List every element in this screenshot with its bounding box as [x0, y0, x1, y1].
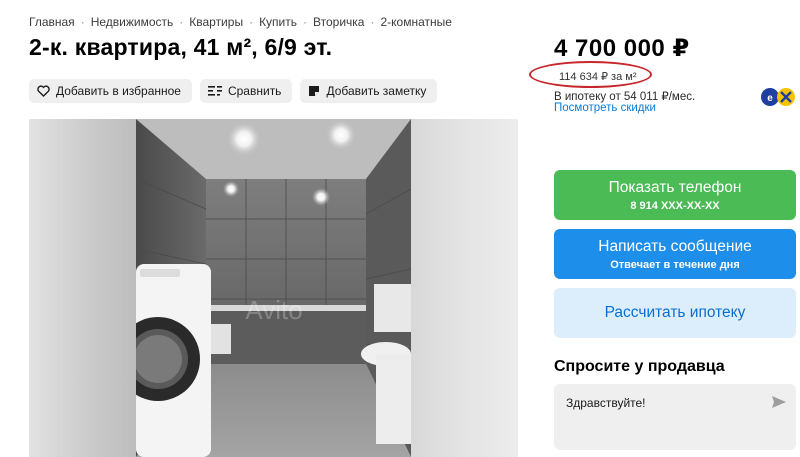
compare-button[interactable]: Сравнить: [199, 79, 293, 103]
breadcrumb-item[interactable]: Недвижимость: [91, 15, 174, 29]
heart-icon: [37, 85, 50, 97]
price-total: 4 700 000 ₽: [554, 35, 690, 62]
breadcrumb-item[interactable]: Купить: [259, 15, 297, 29]
svg-text:Avito: Avito: [245, 295, 302, 325]
breadcrumb-separator: ·: [303, 15, 308, 29]
add-to-favorites-label: Добавить в избранное: [56, 84, 181, 98]
calculate-mortgage-button[interactable]: Рассчитать ипотеку: [554, 288, 796, 338]
breadcrumb-separator: ·: [179, 15, 184, 29]
svg-text:e: e: [767, 93, 773, 104]
breadcrumb-item[interactable]: Квартиры: [189, 15, 243, 29]
add-note-label: Добавить заметку: [326, 84, 427, 98]
gallery-next-preview[interactable]: [411, 119, 518, 457]
price-per-m2: 114 634 ₽ за м²: [559, 71, 637, 83]
compare-label: Сравнить: [227, 84, 282, 98]
mortgage-info: В ипотеку от 54 011 ₽/мес.: [554, 91, 696, 103]
ask-seller-heading: Спросите у продавца: [554, 358, 725, 375]
write-message-label: Написать сообщение: [598, 238, 752, 255]
bank-logo-icon[interactable]: e: [758, 87, 798, 107]
note-icon: [309, 86, 320, 96]
show-phone-label: Показать телефон: [608, 179, 742, 196]
breadcrumb-item[interactable]: Главная: [29, 15, 75, 29]
breadcrumb-separator: ·: [370, 15, 375, 29]
add-note-button[interactable]: Добавить заметку: [300, 79, 438, 103]
breadcrumb: Главная · Недвижимость · Квартиры · Купить ·…: [29, 15, 452, 29]
send-icon[interactable]: [771, 395, 787, 409]
photo-gallery[interactable]: Avito: [29, 119, 518, 457]
response-time-label: Отвечает в течение дня: [610, 259, 740, 271]
ask-seller-box: [554, 384, 796, 450]
compare-icon: [207, 86, 222, 96]
breadcrumb-separator: ·: [249, 15, 254, 29]
listing-actions: Добавить в избранное Сравнить Добавить з…: [29, 79, 438, 103]
breadcrumb-item[interactable]: Вторичка: [313, 15, 364, 29]
ask-seller-input[interactable]: [566, 396, 756, 410]
breadcrumb-item[interactable]: 2-комнатные: [380, 15, 451, 29]
gallery-prev-preview[interactable]: [29, 119, 136, 457]
calculate-mortgage-label: Рассчитать ипотеку: [604, 304, 746, 321]
page-title: 2-к. квартира, 41 м², 6/9 эт.: [29, 34, 333, 60]
bathroom-photo: Avito: [136, 119, 411, 457]
show-phone-button[interactable]: Показать телефон 8 914 XXX-XX-XX: [554, 170, 796, 220]
phone-number-masked: 8 914 XXX-XX-XX: [630, 200, 720, 212]
view-discounts-link[interactable]: Посмотреть скидки: [554, 102, 656, 114]
breadcrumb-separator: ·: [80, 15, 85, 29]
add-to-favorites-button[interactable]: Добавить в избранное: [29, 79, 192, 103]
write-message-button[interactable]: Написать сообщение Отвечает в течение дн…: [554, 229, 796, 279]
